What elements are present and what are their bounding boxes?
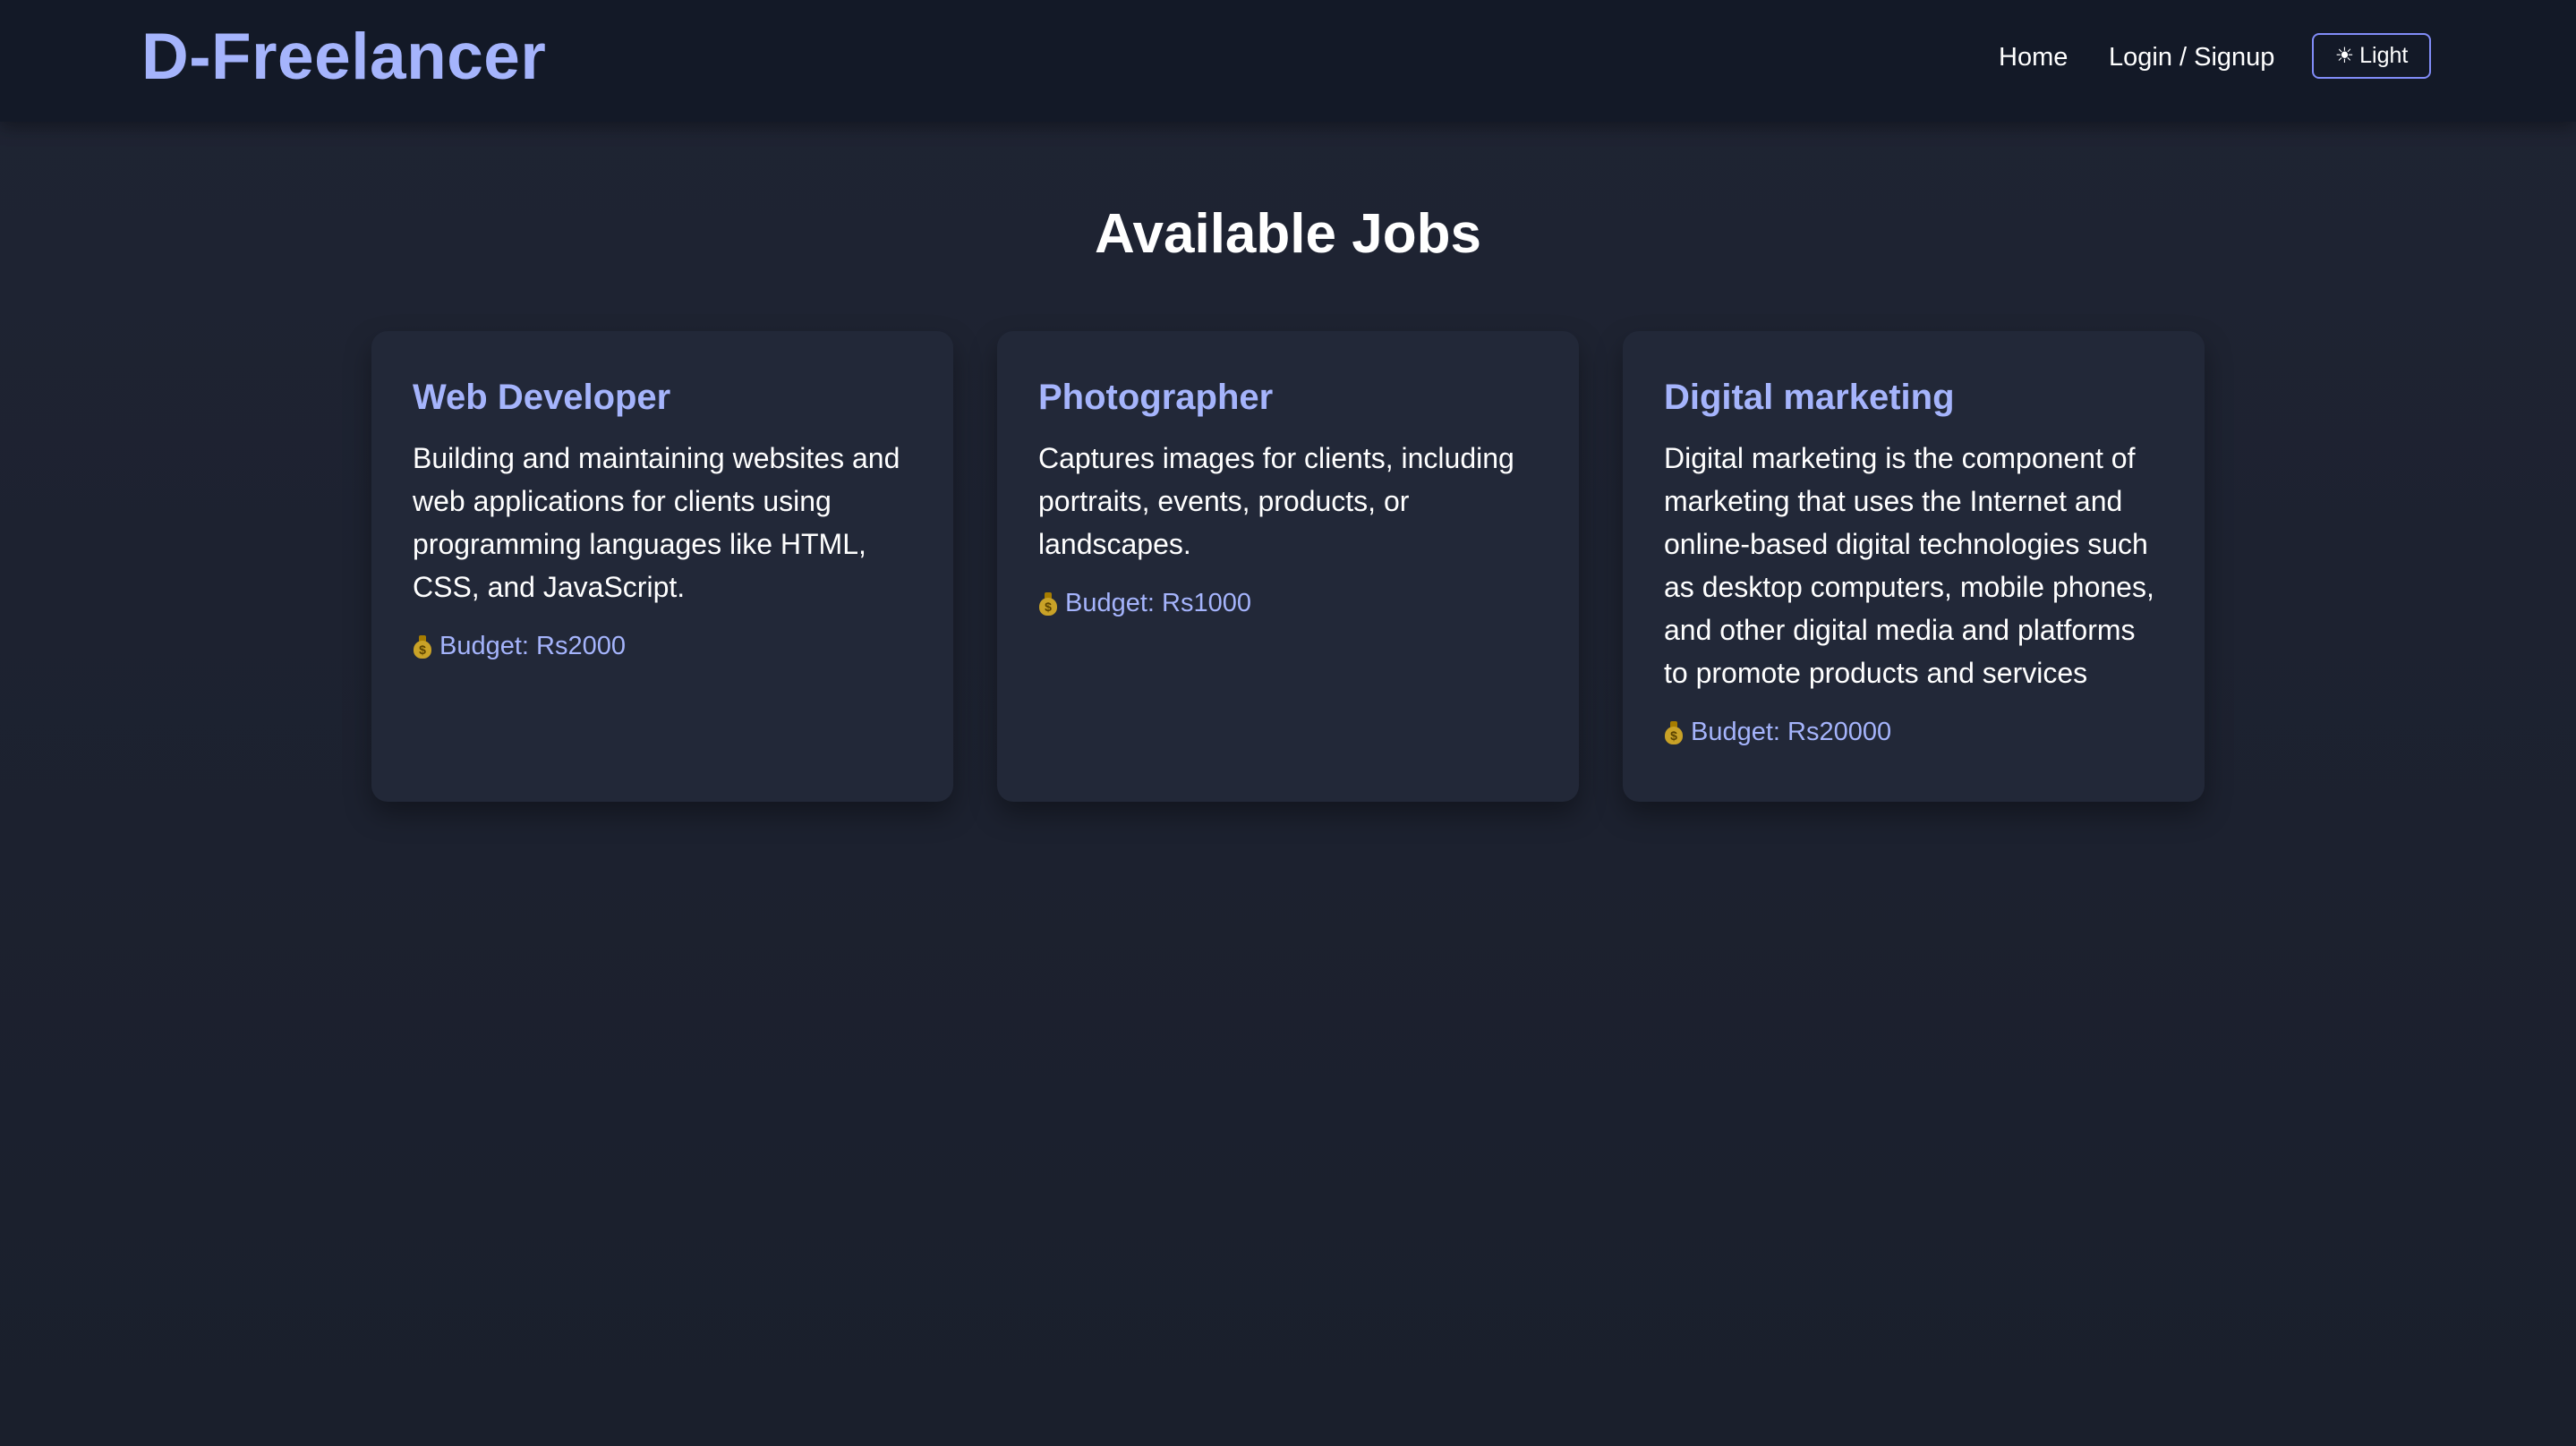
job-budget: $ Budget: Rs20000 [1664,714,2163,750]
brand-logo[interactable]: D-Freelancer [141,16,546,98]
nav-login-signup-link[interactable]: Login / Signup [2109,39,2274,75]
page-title: Available Jobs [1095,203,1481,265]
job-description: Building and maintaining websites and we… [413,442,900,603]
money-bag-icon: $ [1038,591,1058,616]
job-budget-label: Budget: Rs2000 [439,632,626,660]
job-card[interactable]: Photographer Captures images for clients… [997,331,1579,802]
job-description: Captures images for clients, including p… [1038,442,1514,560]
job-budget-label: Budget: Rs20000 [1691,718,1892,746]
nav-home-link[interactable]: Home [1999,39,2068,75]
job-title[interactable]: Web Developer [413,374,912,421]
job-title[interactable]: Photographer [1038,374,1538,421]
navbar: D-Freelancer Home Login / Signup ☀ Light [0,0,2576,122]
theme-toggle-label: Light [2359,43,2409,68]
money-bag-icon: $ [1664,719,1684,744]
job-budget-label: Budget: Rs1000 [1065,589,1251,617]
job-description: Digital marketing is the component of ma… [1664,442,2154,689]
sun-icon: ☀ [2334,43,2355,68]
job-title[interactable]: Digital marketing [1664,374,2163,421]
job-card[interactable]: Web Developer Building and maintaining w… [371,331,953,802]
money-bag-icon: $ [413,634,432,659]
job-budget: $ Budget: Rs1000 [1038,585,1538,621]
job-budget: $ Budget: Rs2000 [413,628,912,664]
theme-toggle-button[interactable]: ☀ Light [2312,33,2431,79]
job-card[interactable]: Digital marketing Digital marketing is t… [1623,331,2205,802]
